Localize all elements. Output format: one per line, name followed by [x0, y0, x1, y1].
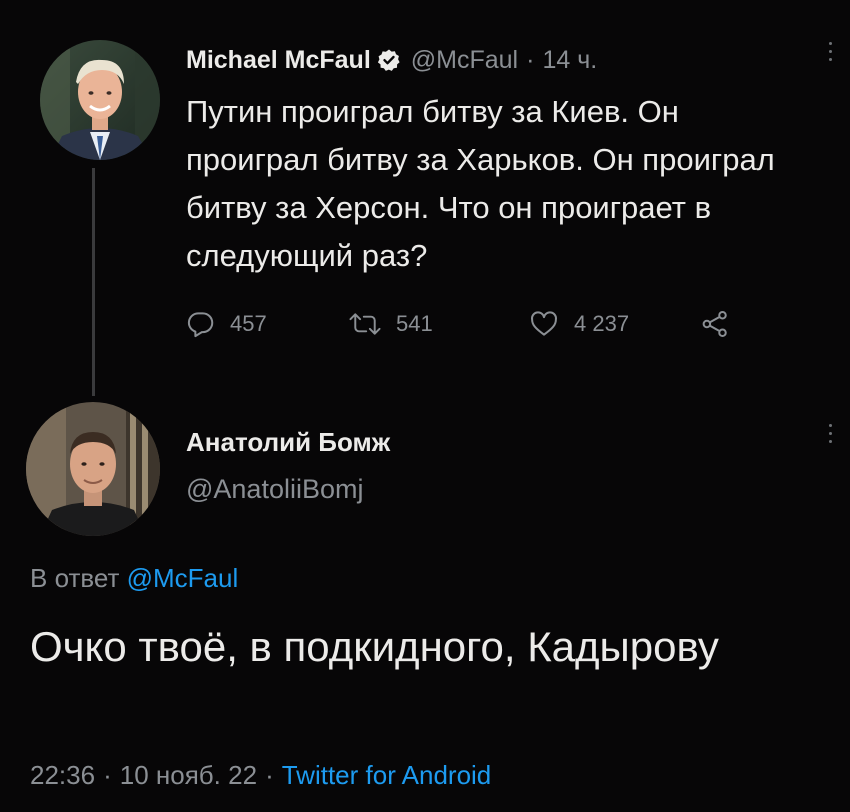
- tweet1-header: Michael McFaul @McFaul · 14 ч.: [186, 40, 597, 80]
- like-icon: [528, 309, 560, 339]
- mcfaul-avatar[interactable]: [40, 40, 160, 160]
- share-button[interactable]: [700, 309, 730, 339]
- anatolii-avatar[interactable]: [26, 402, 160, 536]
- more-icon[interactable]: [826, 42, 834, 61]
- tweet2-text: Очко твоё, в подкидного, Кадырову: [30, 623, 719, 670]
- tweet1-actions: 457 541 4 237: [186, 302, 730, 346]
- tweet2-handle[interactable]: @AnatoliiBomj: [186, 474, 363, 505]
- retweet-button[interactable]: 541: [348, 309, 528, 339]
- separator-dot: ·: [265, 760, 274, 790]
- like-button[interactable]: 4 237: [528, 309, 700, 339]
- verified-badge-icon: [377, 48, 401, 72]
- share-icon: [700, 309, 730, 339]
- tweet2-date[interactable]: 10 нояб. 22: [120, 760, 257, 790]
- reply-count: 457: [230, 311, 267, 336]
- tweet1-text: Путин проиграл битву за Киев. Он проигра…: [186, 94, 775, 273]
- reply-to-link[interactable]: @McFaul: [127, 563, 239, 593]
- tweet2-source-link[interactable]: Twitter for Android: [282, 760, 492, 790]
- reply-icon: [186, 309, 216, 339]
- tweet1-handle[interactable]: @McFaul: [411, 46, 518, 75]
- tweet2-time[interactable]: 22:36: [30, 760, 95, 790]
- separator-dot: ·: [103, 760, 112, 790]
- reply-to-line: В ответ @McFaul: [30, 563, 238, 594]
- tweet2-author-name[interactable]: Анатолий Бомж: [186, 427, 390, 458]
- retweet-count: 541: [396, 311, 433, 336]
- like-count: 4 237: [574, 311, 630, 336]
- retweet-icon: [348, 309, 382, 339]
- tweet1-timestamp[interactable]: 14 ч.: [542, 46, 597, 75]
- more-icon[interactable]: [826, 424, 834, 443]
- reply-prefix: В ответ: [30, 563, 127, 593]
- thread-line: [92, 168, 95, 396]
- reply-button[interactable]: 457: [186, 309, 348, 339]
- tweet1-author-name[interactable]: Michael McFaul: [186, 46, 371, 75]
- separator-dot: ·: [526, 45, 535, 74]
- tweet-thread: Michael McFaul @McFaul · 14 ч. Путин про…: [0, 0, 850, 812]
- tweet2-meta: 22:36 · 10 нояб. 22 · Twitter for Android: [30, 760, 491, 791]
